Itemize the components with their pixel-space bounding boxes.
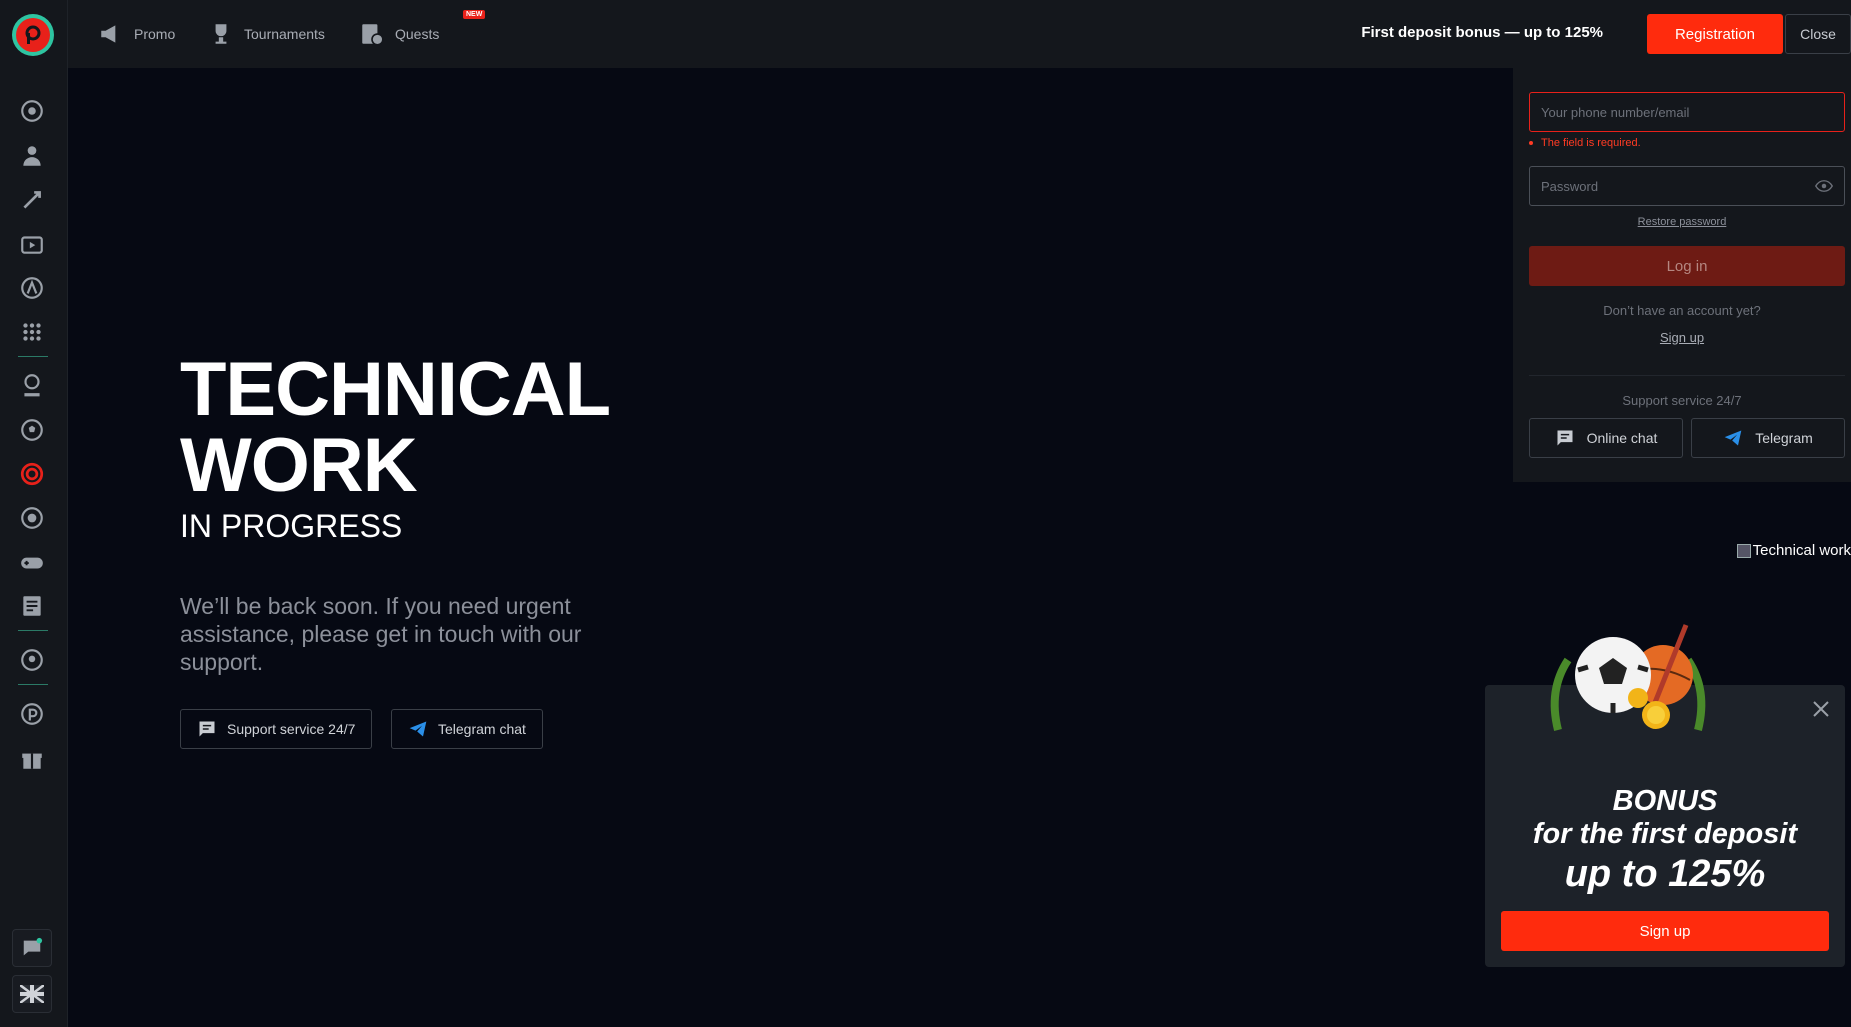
nav-tournaments[interactable]: Tournaments — [208, 20, 325, 48]
broken-image-icon — [1737, 543, 1751, 558]
support-label: Support service 24/7 — [1622, 393, 1742, 408]
registration-button[interactable]: Registration — [1647, 14, 1783, 54]
eye-icon[interactable] — [1815, 180, 1833, 192]
support-service-button[interactable]: Support service 24/7 — [180, 709, 373, 749]
broken-image: Technical work — [1737, 542, 1851, 559]
bonus-heading: BONUS — [1612, 785, 1718, 817]
sidebar — [0, 0, 68, 1027]
no-account-text: Don’t have an account yet? — [1603, 303, 1761, 318]
login-panel: Your phone number/email The field is req… — [1513, 68, 1851, 482]
restore-password-link[interactable]: Restore password — [1513, 216, 1851, 228]
page-subtitle: IN PROGRESS — [180, 508, 403, 544]
broken-image-alt: Technical work — [1752, 542, 1851, 559]
bonus-sports-illustration — [1550, 624, 1706, 731]
sidebar-divider — [18, 356, 48, 357]
chat-bubble-icon — [1557, 430, 1573, 446]
virtual-sports-icon[interactable] — [18, 504, 46, 532]
online-chat-button[interactable]: Online chat — [1529, 418, 1683, 458]
uk-flag-icon — [20, 985, 44, 1003]
telegram-chat-label: Telegram chat — [438, 721, 526, 737]
error-dot — [1529, 141, 1533, 145]
telegram-label: Telegram — [1755, 430, 1813, 446]
panel-divider — [1529, 375, 1845, 376]
field-error: The field is required. — [1529, 137, 1641, 149]
live-icon[interactable] — [18, 142, 46, 170]
signup-link[interactable]: Sign up — [1513, 330, 1851, 345]
bonus-subheading: for the first deposit — [1532, 818, 1798, 850]
telegram-chat-button[interactable]: Telegram chat — [391, 709, 543, 749]
football-player-icon[interactable] — [18, 371, 46, 399]
close-icon[interactable] — [1811, 699, 1831, 719]
logo[interactable] — [12, 14, 54, 56]
nav-promo[interactable]: Promo — [98, 20, 175, 48]
top-bar: Promo Tournaments Quests NEW First depos… — [68, 0, 1851, 68]
support-icon[interactable] — [18, 646, 46, 674]
first-deposit-bonus-text: First deposit bonus — up to 125% — [1361, 24, 1603, 41]
nav-tournaments-label: Tournaments — [244, 26, 325, 42]
quests-icon — [362, 24, 384, 46]
tv-games-icon[interactable] — [18, 230, 46, 258]
nav-promo-label: Promo — [134, 26, 176, 42]
target-icon[interactable] — [18, 460, 46, 488]
login-button[interactable]: Log in — [1529, 246, 1845, 286]
telegram-button[interactable]: Telegram — [1691, 418, 1845, 458]
sidebar-divider — [18, 684, 48, 685]
logo-mark-icon — [16, 18, 50, 52]
sports-icon[interactable] — [18, 97, 46, 125]
language-button[interactable] — [12, 975, 52, 1013]
brand-icon[interactable] — [18, 700, 46, 728]
chat-bubble-icon — [199, 721, 215, 737]
field-error-text: The field is required. — [1541, 137, 1641, 149]
gift-icon[interactable] — [18, 745, 46, 773]
chat-button[interactable] — [12, 929, 52, 967]
telegram-icon — [409, 721, 427, 737]
page-title: TECHNICAL WORK — [180, 347, 610, 508]
maintenance-description: We’ll be back soon. If you need urgent a… — [180, 593, 582, 675]
phone-email-input[interactable]: Your phone number/email — [1529, 92, 1845, 132]
online-chat-label: Online chat — [1586, 430, 1658, 446]
nav-quests-label: Quests — [395, 26, 440, 42]
sidebar-divider — [18, 630, 48, 631]
chat-icon — [23, 937, 43, 956]
football-icon[interactable] — [18, 416, 46, 444]
esports-icon[interactable] — [18, 274, 46, 302]
support-service-label: Support service 24/7 — [227, 721, 356, 737]
close-button[interactable]: Close — [1785, 14, 1851, 54]
results-icon[interactable] — [18, 592, 46, 620]
new-badge: NEW — [463, 10, 486, 19]
megaphone-icon — [101, 25, 116, 43]
password-placeholder: Password — [1541, 178, 1599, 194]
bonus-amount: up to 125% — [1564, 853, 1766, 895]
crash-games-icon[interactable] — [18, 186, 46, 214]
bingo-icon[interactable] — [18, 318, 46, 346]
gamepad-icon[interactable] — [18, 548, 46, 576]
password-input[interactable]: Password — [1529, 166, 1845, 206]
nav-quests[interactable]: Quests — [359, 20, 439, 48]
telegram-icon — [1724, 430, 1742, 446]
signup-button[interactable]: Sign up — [1501, 911, 1829, 951]
trophy-icon — [215, 24, 227, 44]
